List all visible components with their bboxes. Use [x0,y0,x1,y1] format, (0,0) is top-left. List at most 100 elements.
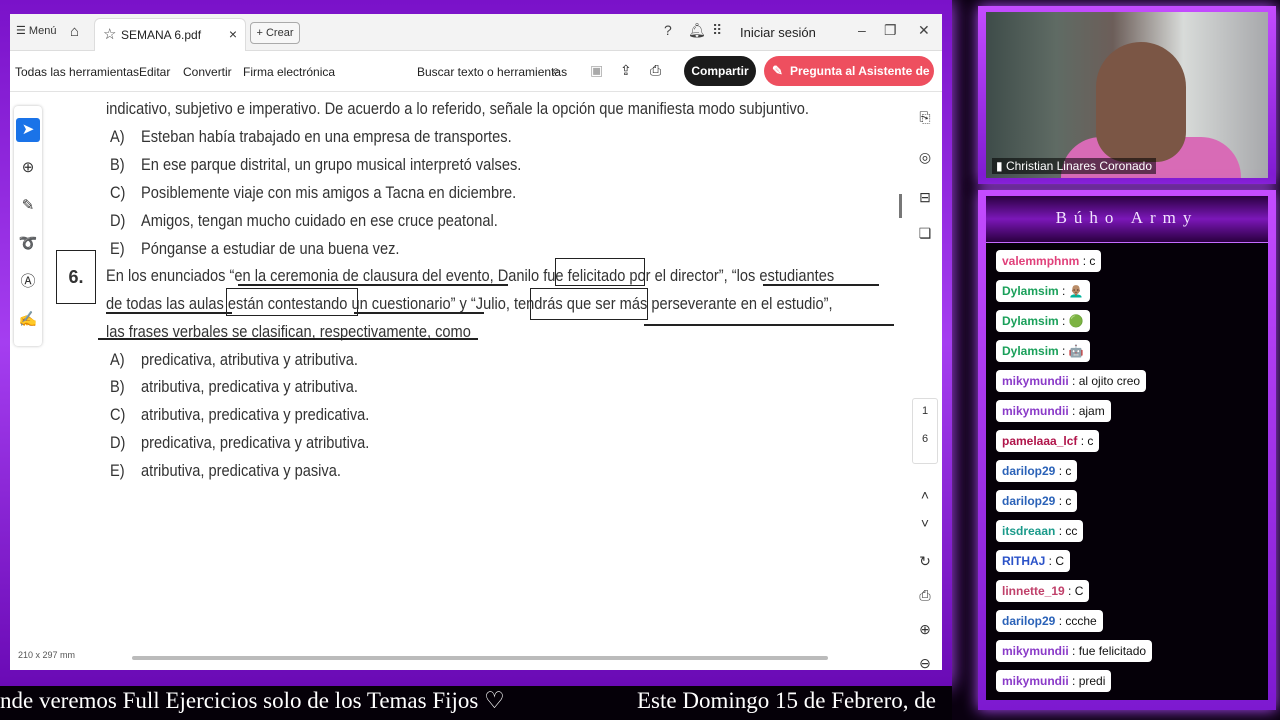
share-button[interactable]: Compartir [684,56,756,86]
chevron-down-icon[interactable]: ˅ [914,512,936,534]
chevron-up-icon[interactable]: ˄ [914,484,936,506]
chat-text: predi [1078,674,1106,688]
webcam-name: ▮ Christian Linares Coronado [992,158,1157,174]
star-icon[interactable]: ☆ [103,25,116,43]
q6-option-text: predicativa, predicativa y atributiva. [141,433,370,452]
chat-message: RITHAJ : C [996,550,1071,572]
tab-document[interactable]: ☆ SEMANA 6.pdf × [94,18,246,51]
chat-message: darilop29 : c [996,460,1078,482]
pages-icon[interactable]: ❏ [914,222,936,244]
all-tools-menu[interactable]: Todas las herramientas [15,65,139,79]
pdf-page: indicativo, subjetivo e imperativo. De a… [54,94,900,664]
chat-username[interactable]: mikymundii [1002,374,1069,388]
page-total: 6 [921,433,929,445]
create-label: Crear [265,27,294,39]
webcam-frame: ▮ Christian Linares Coronado [978,6,1276,184]
ai-assistant-button[interactable]: ✎ Pregunta al Asistente de IA [764,56,934,108]
q5-option-text: Posiblemente viaje con mis amigos a Tacn… [141,183,517,202]
signin-button[interactable]: Iniciar sesión [740,25,816,40]
chat-username[interactable]: itsdreaan [1002,524,1055,538]
apps-grid-icon[interactable]: ⠿ [712,22,722,39]
annotation-underline [98,338,478,340]
chat-username[interactable]: linnette_19 [1002,584,1065,598]
convert-menu[interactable]: Convertir [183,65,232,79]
comment-icon[interactable]: ⊕ [16,156,40,180]
chat-text: c [1087,434,1094,448]
chat-username[interactable]: darilop29 [1002,464,1055,478]
chat-username[interactable]: Dylamsim [1002,314,1059,328]
pen-icon[interactable]: ✎ [16,194,40,218]
bookmark-icon[interactable]: ⊟ [914,186,936,208]
chat-text: al ojito creo [1078,374,1141,388]
annotation-box [226,288,358,316]
horizontal-scrollbar[interactable] [132,656,828,660]
minimize-icon[interactable]: – [858,22,866,38]
chat-username[interactable]: mikymundii [1002,644,1069,658]
chat-text: C [1074,584,1084,598]
page-indicator[interactable]: 1 6 [912,398,938,464]
bell-icon[interactable]: 🔔︎ [688,22,706,39]
annotation-underline [238,284,508,286]
close-window-icon[interactable]: ✕ [918,22,930,39]
rotate-icon[interactable]: ↻ [914,550,936,572]
search-icon[interactable]: ⌕ [552,62,560,79]
stamp-icon[interactable]: ✍ [16,308,40,332]
zoom-in-icon[interactable]: ⊕ [914,618,936,640]
select-cursor-icon[interactable]: ➤ [16,118,40,142]
chat-separator: : [1045,554,1056,568]
ai-summary-icon[interactable]: ⎘ [914,106,936,128]
text-select-icon[interactable]: Ⓐ [16,270,40,294]
print-icon[interactable]: ⎙ [650,62,661,79]
zoom-out-icon[interactable]: ⊖ [914,652,936,670]
chat-username[interactable]: Dylamsim [1002,284,1059,298]
q6-option-text: atributiva, predicativa y predicativa. [141,405,370,424]
save-icon[interactable]: ▣ [590,62,603,79]
chat-message: Dylamsim : 🤖 [996,340,1090,362]
chat-separator: : [1058,344,1069,358]
esign-menu[interactable]: Firma electrónica [243,65,335,79]
menu-button[interactable]: ☰ Menú [16,24,56,37]
create-button[interactable]: + Crear [250,22,300,44]
chat-message: darilop29 : ccche [996,610,1103,632]
lasso-icon[interactable]: ➰ [16,232,40,256]
chat-username[interactable]: valemmphnm [1002,254,1079,268]
help-icon[interactable]: ? [664,22,672,38]
chat-username[interactable]: mikymundii [1002,404,1069,418]
chat-username[interactable]: Dylamsim [1002,344,1059,358]
search-tools[interactable]: Buscar texto o herramientas [417,65,567,79]
tab-title: SEMANA 6.pdf [121,28,202,42]
chat-username[interactable]: pamelaaa_lcf [1002,434,1077,448]
ticker-bar: nde veremos Full Ejercicios solo de los … [0,686,952,720]
webcam-video: ▮ Christian Linares Coronado [986,12,1268,178]
page-current: 1 [921,405,929,417]
chat-separator: : [1055,494,1066,508]
close-tab-icon[interactable]: × [229,26,237,42]
q6-option-letter: B) [110,377,125,396]
question-5-stem-end: indicativo, subjetivo e imperativo. De a… [106,99,809,118]
edit-menu[interactable]: Editar [139,65,170,79]
chat-separator: : [1079,254,1090,268]
q6-option-letter: C) [110,405,126,424]
q5-option-letter: D) [110,211,126,230]
chat-message: linnette_19 : C [996,580,1090,602]
vertical-scrollbar[interactable] [899,194,902,218]
chat-header: Búho Army [986,196,1268,243]
home-icon[interactable]: ⌂ [70,23,79,40]
chat-username[interactable]: RITHAJ [1002,554,1045,568]
chat-username[interactable]: mikymundii [1002,674,1069,688]
chat-username[interactable]: darilop29 [1002,614,1055,628]
comment-panel-icon[interactable]: ◎ [914,146,936,168]
chat-separator: : [1068,374,1079,388]
q5-option-text: Esteban había trabajado en una empresa d… [141,127,512,146]
chat-separator: : [1055,524,1066,538]
question-6-line-1: En los enunciados “en la ceremonia de cl… [106,266,835,285]
upload-icon[interactable]: ⇪ [620,62,632,79]
page-dimensions: 210 x 297 mm [18,650,76,660]
ai-chat-icon: ✎ [772,63,783,78]
page-fit-icon[interactable]: ⎙ [914,584,936,606]
chat-text: c [1065,494,1072,508]
chat-username[interactable]: darilop29 [1002,494,1055,508]
chat-message: Dylamsim : 👨🏽‍🦲 [996,280,1090,302]
restore-icon[interactable]: ❐ [884,22,897,39]
annotation-underline [354,312,484,314]
